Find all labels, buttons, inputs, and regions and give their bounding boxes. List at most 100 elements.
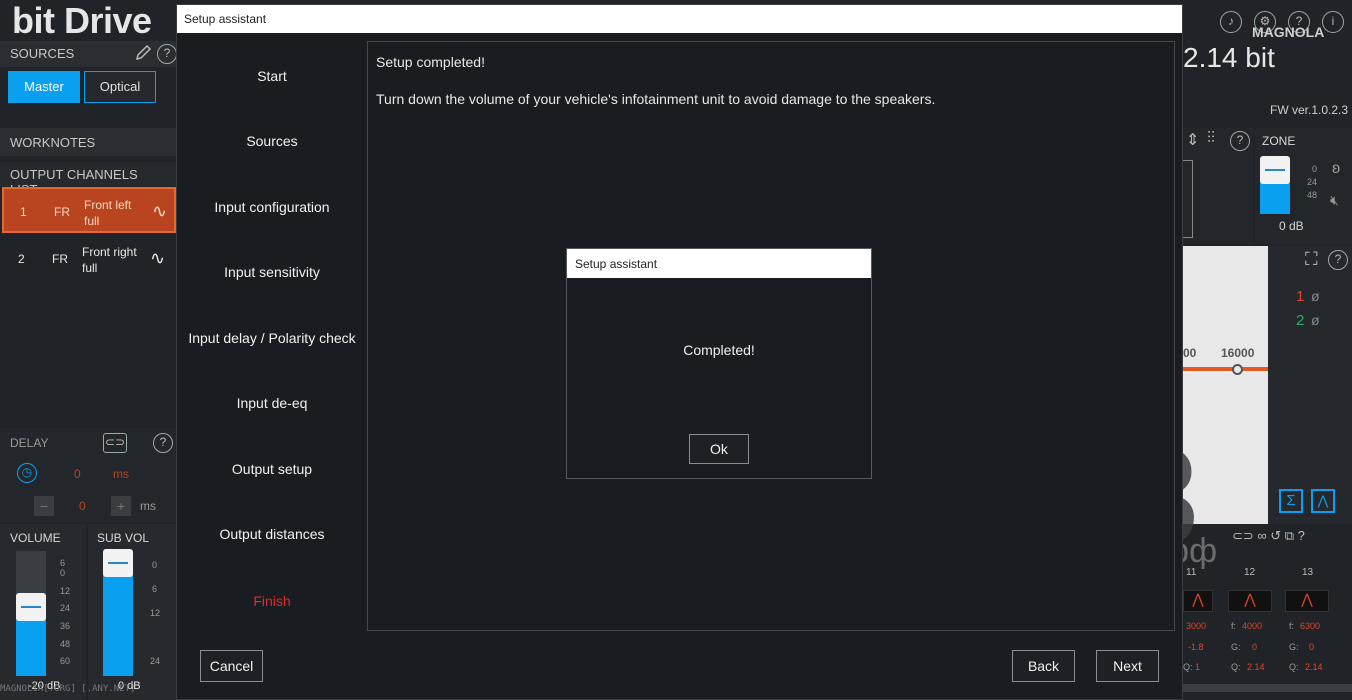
link-icon[interactable]: ⊂⊃ [103,433,127,453]
zone-slider-handle[interactable] [1260,156,1290,184]
eq-band-q-value[interactable]: 2.14 [1305,662,1323,672]
eq-band-number: 12 [1244,567,1256,578]
worknotes-header[interactable]: WORKNOTES [0,128,176,156]
zone-tick: 0 [1312,164,1318,174]
subvol-tick: 24 [150,656,161,666]
eq-band-g-value[interactable]: 0 [1309,642,1314,652]
zone-tick: 48 [1307,190,1318,200]
edit-icon[interactable] [134,44,152,62]
sigma-icon[interactable]: Σ [1279,489,1303,513]
fullscreen-icon[interactable]: ⛶ [1305,249,1318,270]
step-output-distances[interactable]: Output distances [177,526,367,542]
ok-button[interactable]: Ok [689,434,749,464]
eq-help-icon[interactable]: ? [1230,131,1250,151]
delay-header: DELAY [10,436,49,450]
completed-dialog: Setup assistant Completed! Ok [566,248,872,479]
worknotes-label: WORKNOTES [10,135,96,150]
curve-handle[interactable] [1232,364,1243,375]
delay-minus-button[interactable]: − [34,496,54,516]
eq-band-filter-icon[interactable]: ⋀ [1285,590,1329,612]
eq-f-label: f: [1231,621,1237,631]
step-finish[interactable]: Finish [177,593,367,609]
curve-line [1183,367,1268,371]
graph-help-icon[interactable]: ? [1328,250,1348,270]
info-icon[interactable]: i [1322,11,1344,33]
subvol-tick: 6 [152,584,158,594]
channel-code: FR [52,252,68,266]
eq-band-g-value[interactable]: -1.8 [1188,642,1204,652]
channel-1-label: 1 [1296,288,1305,305]
back-button[interactable]: Back [1012,650,1075,682]
eq-band-q-value[interactable]: 2.14 [1247,662,1265,672]
eq-band-f-value[interactable]: 4000 [1242,621,1262,631]
sliders-icon[interactable]: ⫶⫶ [1207,130,1215,148]
channel-row-2[interactable]: 2 FR Front right full ∿ [2,236,176,282]
channel-code: FR [54,205,70,219]
eye-off-icon[interactable]: ø [1311,288,1320,304]
volume-tick: 0 [60,568,66,578]
sine-wave-icon: ∿ [150,248,166,268]
fw-version: FW ver.1.0.2.3 [1270,103,1349,117]
next-button[interactable]: Next [1096,650,1159,682]
source-optical-button[interactable]: Optical [84,71,156,103]
dialog-title: Setup assistant [567,249,871,278]
eq-band-f-value[interactable]: 3000 [1186,621,1206,631]
step-input-configuration[interactable]: Input configuration [177,199,367,215]
eq-band-f-value[interactable]: 6300 [1300,621,1320,631]
step-input-sensitivity[interactable]: Input sensitivity [177,264,367,280]
delay-value: 0 [74,467,81,481]
timer-icon[interactable]: ◷ [17,463,37,483]
subvol-header: SUB VOL [97,531,150,545]
magnola-logo: MAGNOLA [1252,24,1325,40]
volume-tick: 48 [60,639,71,649]
step-start[interactable]: Start [177,68,367,84]
cancel-button[interactable]: Cancel [200,650,263,682]
eq-band-g-value[interactable]: 0 [1252,642,1257,652]
delay-help-icon[interactable]: ? [153,433,173,453]
eq-tools-icons[interactable]: ⊂⊃ ∞ ↺ ⧉ ? [1232,528,1305,544]
volume-slider-handle[interactable] [16,593,46,621]
channel-vis-panel [1268,246,1352,524]
subvol-tick: 0 [152,560,158,570]
step-input-de-eq[interactable]: Input de-eq [177,395,367,411]
eq-g-label: G: [1289,642,1299,652]
volume-scale: 6 0 12 24 36 48 60 [50,558,74,678]
peak-icon[interactable]: ⋀ [1311,489,1335,513]
eq-q-label: Q: [1231,662,1241,672]
step-input-delay[interactable]: Input delay / Polarity check [177,330,367,346]
step-output-setup[interactable]: Output setup [177,461,367,477]
channel-number: 2 [18,252,25,266]
eye-off-icon[interactable]: ø [1311,312,1320,328]
brand-logo: bit Drive [12,0,152,41]
sine-wave-icon: ∿ [152,201,168,221]
delay-value-2: 0 [79,499,86,513]
eq-scrollbar[interactable] [1183,684,1352,692]
volume-tick: 12 [60,586,71,596]
zone-tick: 24 [1307,177,1318,187]
music-note-icon[interactable]: ♪ [1220,11,1242,33]
subvol-fill [103,563,133,676]
subvol-slider-handle[interactable] [103,549,133,577]
volume-tick: 24 [60,603,71,613]
source-master-button[interactable]: Master [8,71,80,103]
help-icon[interactable]: ? [157,44,177,64]
freq-label-b: 16000 [1221,346,1255,360]
app-window: bit Drive SOURCES ? Master Optical WORKN… [0,0,1352,700]
eq-band-q-value[interactable]: 1 [1195,662,1200,672]
wizard-title: Setup assistant [177,5,1182,33]
volume-tick: 6 [60,558,66,568]
mute-icon[interactable]: 🔇︎ [1330,192,1339,209]
eq-band-filter-icon[interactable]: ⋀ [1183,590,1213,612]
channel-number: 1 [20,205,27,219]
zone-fill [1260,182,1290,214]
channel-row-1[interactable]: 1 FR Front left full ∿ [2,187,176,233]
eq-band-number: 13 [1302,567,1314,578]
compress-icon[interactable]: ⇕ [1186,130,1199,150]
ear-icon[interactable]: ʚ [1332,160,1340,178]
eq-band-filter-icon[interactable]: ⋀ [1228,590,1272,612]
delay-plus-button[interactable]: + [111,496,131,516]
step-sources[interactable]: Sources [177,133,367,149]
delay-unit: ms [113,467,129,481]
subvol-scale: 0 6 12 24 [138,558,162,678]
zone-header: ZONE [1262,134,1296,148]
